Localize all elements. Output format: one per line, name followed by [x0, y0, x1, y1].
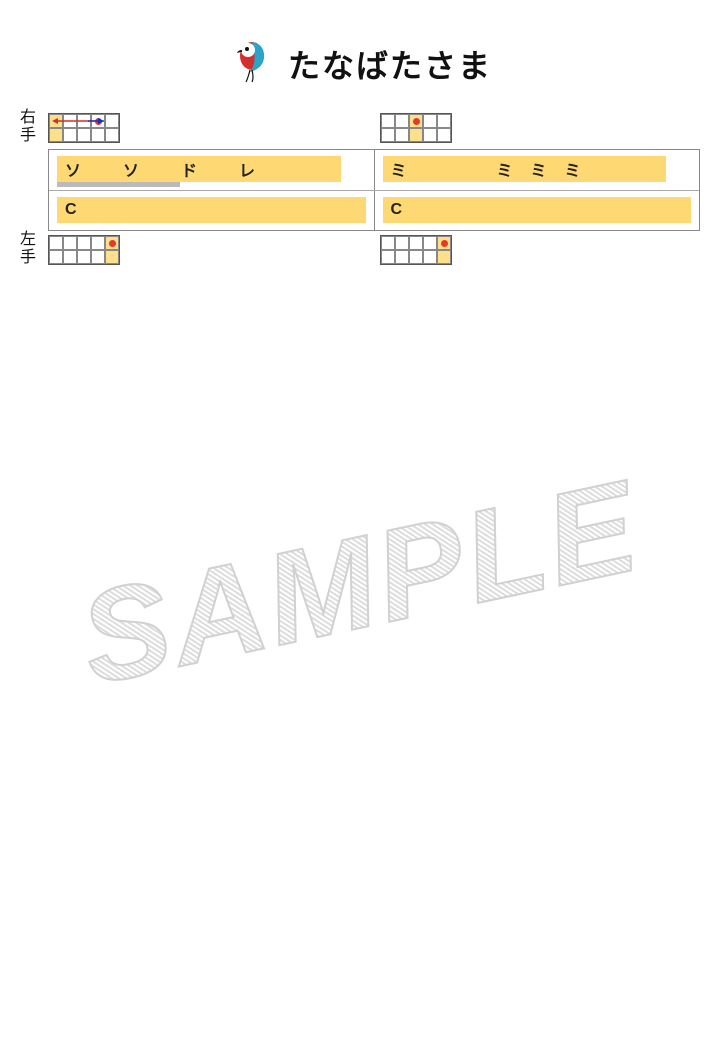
note: ド — [181, 157, 197, 181]
measure-2-melody: ミミミミ — [375, 150, 700, 190]
note: ソ — [123, 157, 139, 181]
measure-1-melody: ソソドレ — [49, 150, 375, 190]
note: ソ — [65, 157, 81, 181]
note: レ — [239, 157, 255, 181]
fingering-grid-left-2 — [380, 235, 452, 265]
header: たなばたさま — [0, 0, 720, 109]
fingering-grid-right-1 — [48, 113, 120, 143]
measure-1-chord: C — [49, 191, 375, 230]
chord-label: C — [391, 201, 403, 219]
measure-2-chord: C — [375, 191, 700, 230]
note: ミ — [531, 157, 547, 181]
sample-watermark: SAMPLE — [68, 450, 653, 714]
fingering-grid-right-2 — [380, 113, 452, 143]
melody-row: ソソドレ ミミミミ — [49, 150, 699, 190]
note: ミ — [391, 157, 407, 181]
page-title: たなばたさま — [288, 41, 492, 87]
note: ミ — [497, 157, 513, 181]
bird-icon — [228, 38, 274, 89]
left-hand-label: 左手 — [18, 231, 38, 267]
duration-bar — [57, 182, 180, 187]
note: ミ — [565, 157, 581, 181]
chord-label: C — [65, 201, 77, 219]
right-hand-label: 右手 — [18, 109, 38, 145]
chord-row: C C — [49, 190, 699, 230]
fingering-grid-left-1 — [48, 235, 120, 265]
notation-bars: ソソドレ ミミミミ C C — [48, 149, 700, 231]
